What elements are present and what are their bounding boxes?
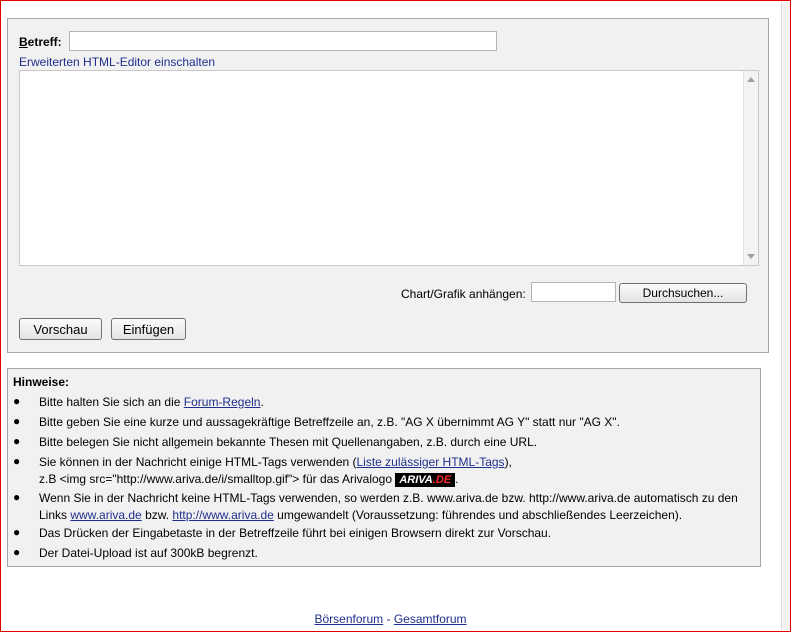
post-form: Betreff: Erweiterten HTML-Editor einscha… xyxy=(7,18,769,353)
ariva-logo: ARIVA.DE xyxy=(395,472,456,487)
textarea-scrollbar[interactable] xyxy=(743,71,758,265)
html-tags-list-link[interactable]: Liste zulässiger HTML-Tags xyxy=(357,455,505,469)
message-textarea[interactable] xyxy=(19,70,759,266)
gesamtforum-link[interactable]: Gesamtforum xyxy=(394,612,467,626)
footer-nav: Börsenforum - Gesamtforum xyxy=(314,612,467,626)
scroll-down-arrow-icon[interactable] xyxy=(747,254,755,259)
bullet-icon: ● xyxy=(13,394,21,408)
subject-input[interactable] xyxy=(69,31,497,51)
bullet-icon: ● xyxy=(13,454,21,468)
scroll-up-arrow-icon[interactable] xyxy=(747,77,755,82)
browse-button[interactable]: Durchsuchen... xyxy=(619,283,747,303)
bullet-icon: ● xyxy=(13,434,21,448)
forum-rules-link[interactable]: Forum-Regeln xyxy=(184,395,261,409)
file-path-input[interactable] xyxy=(531,282,616,302)
preview-button[interactable]: Vorschau xyxy=(19,318,102,340)
bullet-icon: ● xyxy=(13,525,21,539)
window-scrollbar[interactable] xyxy=(781,2,790,630)
note-autolinks: Wenn Sie in der Nachricht keine HTML-Tag… xyxy=(39,491,738,522)
attach-label: Chart/Grafik anhängen: xyxy=(401,287,526,301)
bullet-icon: ● xyxy=(13,414,21,428)
note-subject: Bitte geben Sie eine kurze und aussagekr… xyxy=(39,415,620,429)
boersenforum-link[interactable]: Börsenforum xyxy=(314,612,383,626)
ariva-http-link[interactable]: http://www.ariva.de xyxy=(172,508,273,522)
note-forum-rules: Bitte halten Sie sich an die Forum-Regel… xyxy=(39,395,264,409)
note-html-tags: Sie können in der Nachricht einige HTML-… xyxy=(39,455,512,487)
html-editor-link[interactable]: Erweiterten HTML-Editor einschalten xyxy=(19,55,215,69)
ariva-link[interactable]: www.ariva.de xyxy=(70,508,141,522)
insert-button[interactable]: Einfügen xyxy=(111,318,186,340)
note-sources: Bitte belegen Sie nicht allgemein bekann… xyxy=(39,435,538,449)
note-upload-limit: Der Datei-Upload ist auf 300kB begrenzt. xyxy=(39,546,258,560)
subject-label: Betreff: xyxy=(19,35,62,49)
notes-panel: Hinweise: ● Bitte halten Sie sich an die… xyxy=(7,368,761,567)
bullet-icon: ● xyxy=(13,545,21,559)
notes-title: Hinweise: xyxy=(13,375,70,389)
bullet-icon: ● xyxy=(13,490,21,504)
note-enter-key: Das Drücken der Eingabetaste in der Betr… xyxy=(39,526,552,540)
